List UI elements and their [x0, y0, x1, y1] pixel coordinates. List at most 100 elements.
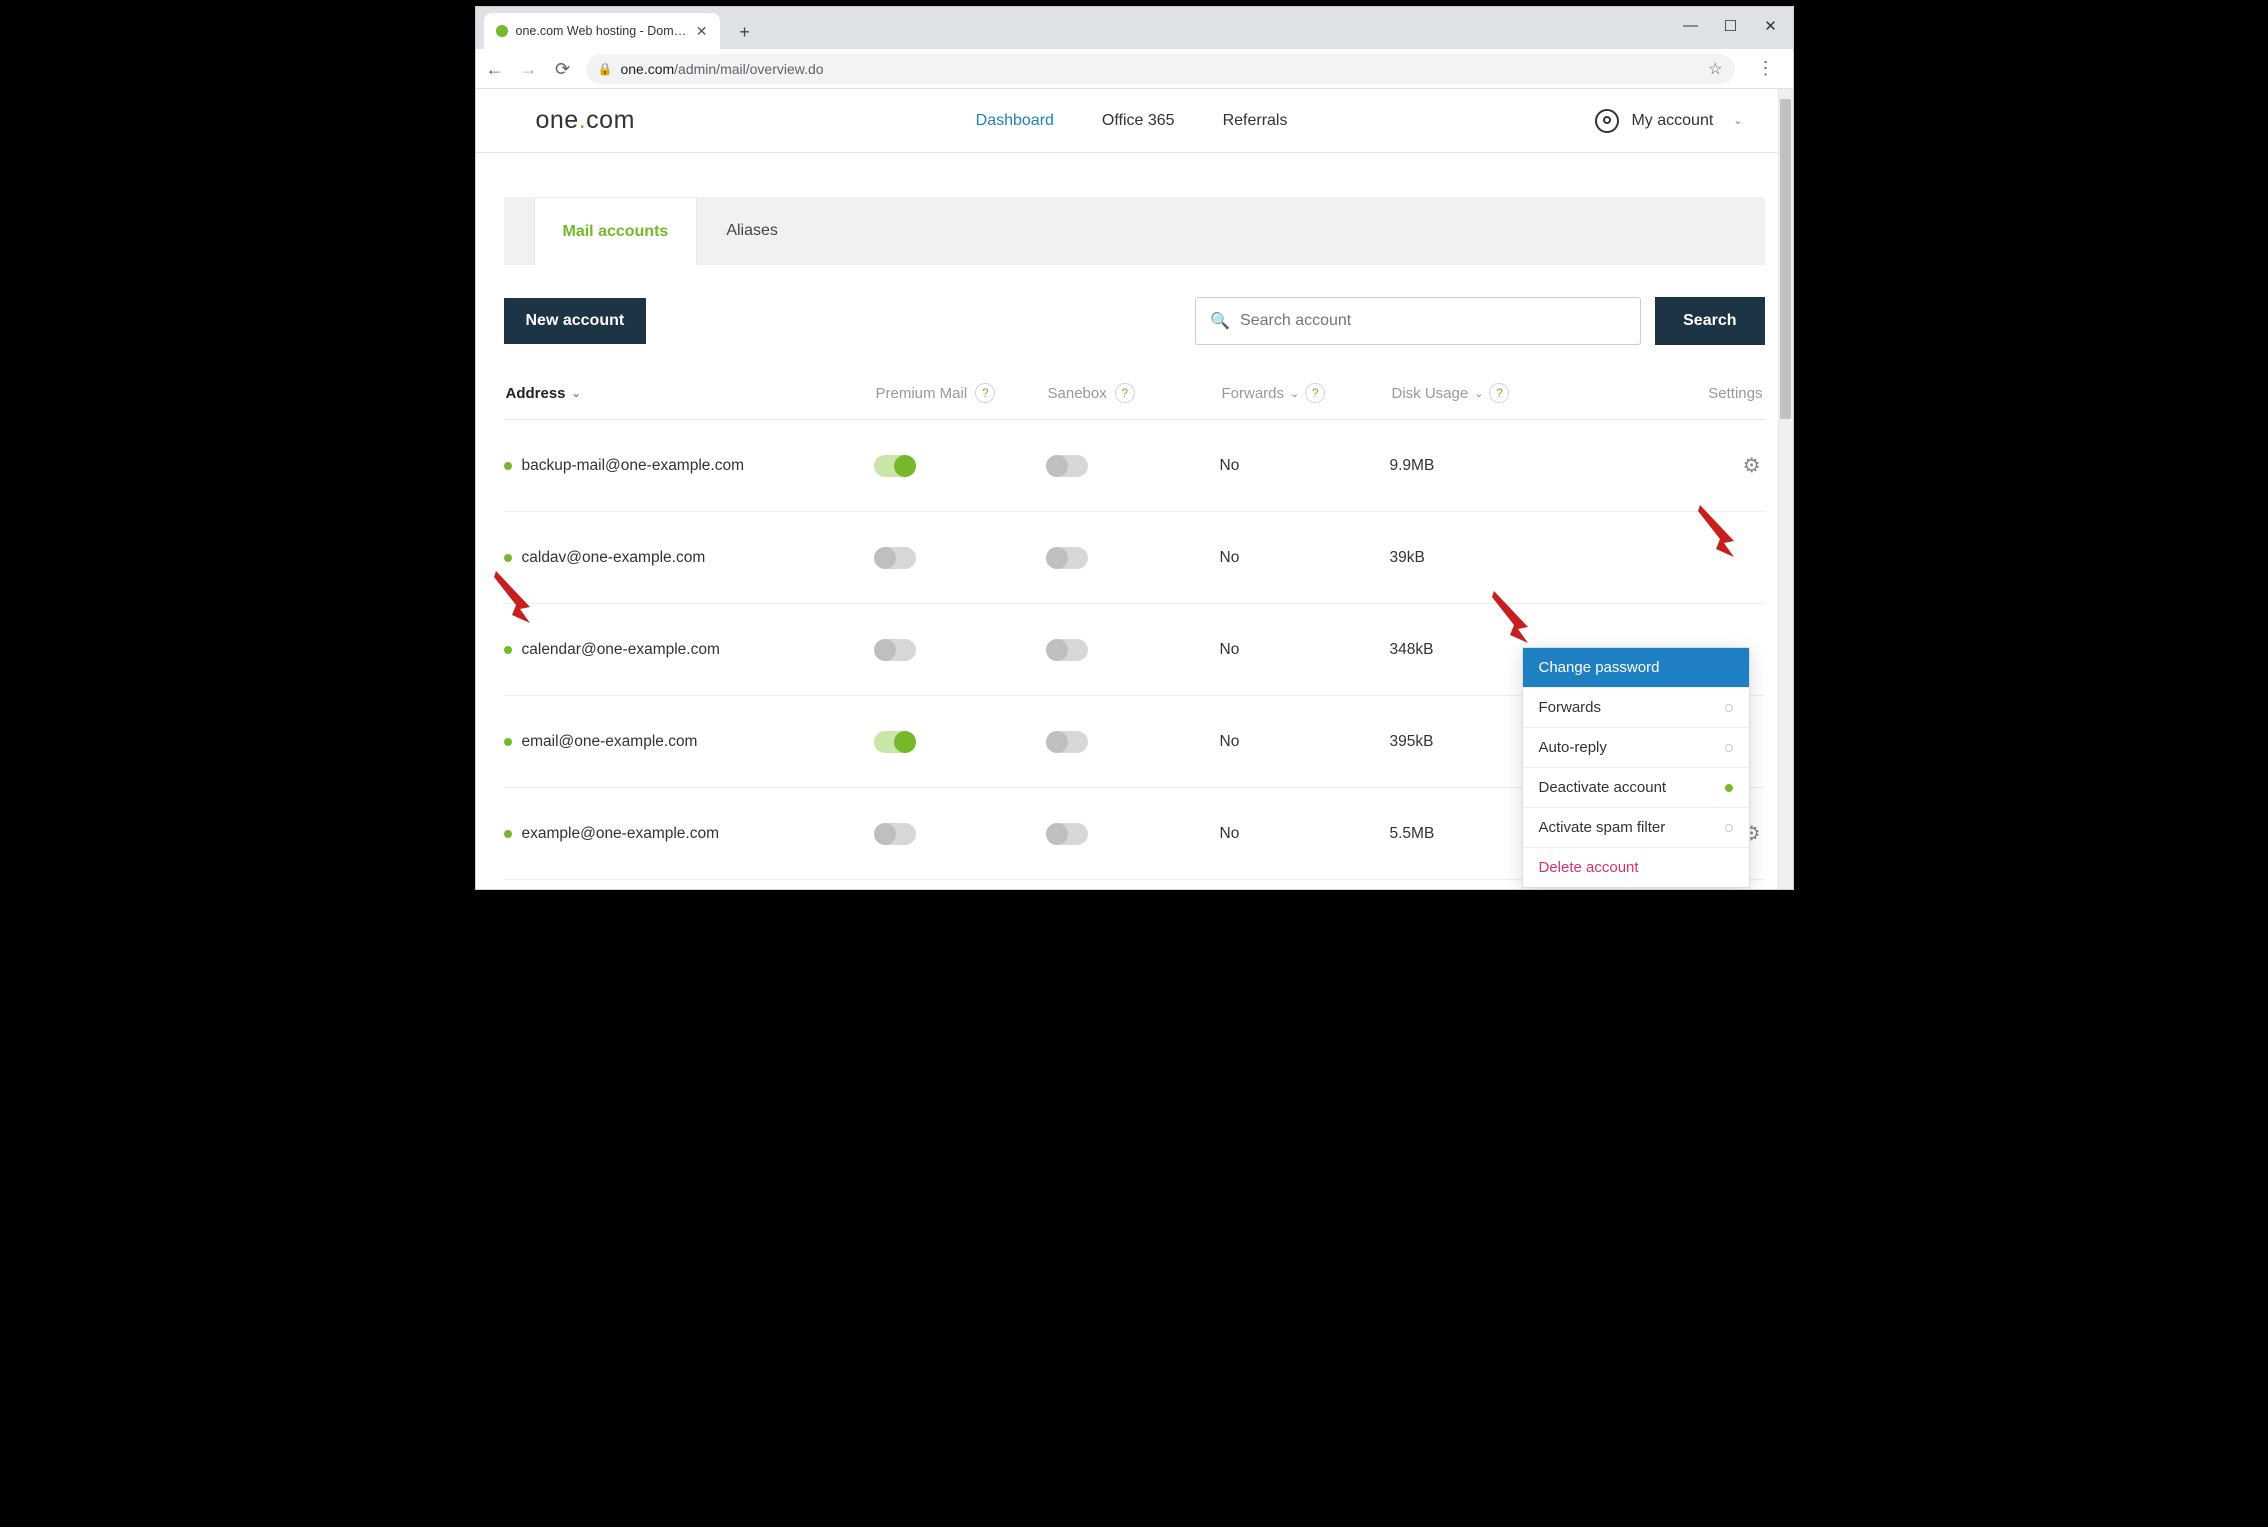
menu-delete-account[interactable]: Delete account [1523, 848, 1749, 887]
status-indicator [1725, 824, 1733, 832]
annotation-arrow [1488, 587, 1538, 647]
premium-toggle[interactable] [874, 547, 916, 569]
table-row: caldav@one-example.com No39kB [504, 512, 1765, 604]
col-sanebox: Sanebox ? [1048, 383, 1222, 403]
status-indicator [1725, 784, 1733, 792]
new-tab-button[interactable]: + [728, 15, 762, 49]
disk-value: 39kB [1390, 549, 1558, 567]
forwards-value: No [1220, 457, 1390, 475]
window-controls[interactable]: — ☐ ✕ [1683, 17, 1779, 35]
sanebox-toggle[interactable] [1046, 455, 1088, 477]
forward-button[interactable]: → [518, 60, 540, 78]
user-icon [1595, 109, 1619, 133]
site-header: one.com Dashboard Office 365 Referrals M… [476, 89, 1793, 153]
search-input[interactable] [1240, 312, 1626, 330]
premium-toggle[interactable] [874, 639, 916, 661]
nav-dashboard[interactable]: Dashboard [976, 112, 1054, 130]
chevron-down-icon: ⌄ [572, 387, 581, 400]
settings-dropdown: Change password Forwards Auto-reply Deac… [1522, 647, 1750, 888]
menu-deactivate-account[interactable]: Deactivate account [1523, 768, 1749, 808]
nav-referrals[interactable]: Referrals [1223, 112, 1288, 130]
chevron-down-icon: ⌄ [1474, 387, 1483, 400]
scrollbar-thumb[interactable] [1780, 99, 1791, 419]
col-address[interactable]: Address ⌄ [506, 385, 876, 402]
col-disk-usage[interactable]: Disk Usage ⌄ ? [1392, 383, 1560, 403]
account-label: My account [1631, 112, 1713, 130]
help-icon[interactable]: ? [1305, 383, 1325, 403]
lock-icon: 🔒 [598, 62, 613, 76]
email-address: calendar@one-example.com [522, 641, 720, 659]
sanebox-toggle[interactable] [1046, 823, 1088, 845]
address-cell: calendar@one-example.com [504, 641, 874, 659]
url-input[interactable]: 🔒 one.com/admin/mail/overview.do ☆ [586, 54, 1735, 84]
address-bar: ← → ⟳ 🔒 one.com/admin/mail/overview.do ☆… [476, 49, 1793, 89]
minimize-icon[interactable]: — [1683, 17, 1699, 35]
back-button[interactable]: ← [484, 60, 506, 78]
status-dot-icon [504, 738, 512, 746]
status-dot-icon [504, 646, 512, 654]
forwards-value: No [1220, 641, 1390, 659]
col-settings: Settings [1560, 385, 1763, 402]
address-cell: caldav@one-example.com [504, 549, 874, 567]
new-account-button[interactable]: New account [504, 298, 647, 344]
email-address: caldav@one-example.com [522, 549, 706, 567]
status-indicator [1725, 704, 1733, 712]
scrollbar[interactable] [1778, 89, 1793, 889]
logo[interactable]: one.com [536, 106, 635, 135]
status-dot-icon [504, 554, 512, 562]
table-header: Address ⌄ Premium Mail ? Sanebox ? Forwa… [504, 383, 1765, 420]
annotation-arrow [1694, 501, 1744, 561]
help-icon[interactable]: ? [1115, 383, 1135, 403]
account-menu[interactable]: My account ⌄ [1595, 109, 1742, 133]
tab-title: one.com Web hosting - Domain... [516, 24, 688, 38]
premium-toggle[interactable] [874, 731, 916, 753]
premium-toggle[interactable] [874, 823, 916, 845]
menu-activate-spam-filter[interactable]: Activate spam filter [1523, 808, 1749, 848]
help-icon[interactable]: ? [975, 383, 995, 403]
sanebox-toggle[interactable] [1046, 639, 1088, 661]
disk-value: 9.9MB [1390, 457, 1558, 475]
status-dot-icon [504, 462, 512, 470]
url-path: /admin/mail/overview.do [674, 61, 823, 77]
menu-forwards[interactable]: Forwards [1523, 688, 1749, 728]
browser-menu-icon[interactable]: ⋮ [1747, 58, 1785, 79]
help-icon[interactable]: ? [1489, 383, 1509, 403]
gear-icon[interactable]: ⚙ [1743, 453, 1761, 478]
reload-button[interactable]: ⟳ [552, 60, 574, 78]
status-dot-icon [504, 830, 512, 838]
close-icon[interactable]: ✕ [1763, 17, 1779, 35]
address-cell: email@one-example.com [504, 733, 874, 751]
browser-tab[interactable]: one.com Web hosting - Domain... ✕ [484, 13, 720, 49]
tab-close-icon[interactable]: ✕ [696, 23, 708, 40]
menu-auto-reply[interactable]: Auto-reply [1523, 728, 1749, 768]
chevron-down-icon: ⌄ [1290, 387, 1299, 400]
email-address: email@one-example.com [522, 733, 698, 751]
status-indicator [1725, 744, 1733, 752]
chevron-down-icon: ⌄ [1733, 114, 1742, 127]
menu-change-password[interactable]: Change password [1523, 648, 1749, 688]
address-cell: example@one-example.com [504, 825, 874, 843]
table-row: backup-mail@one-example.com No9.9MB ⚙ [504, 420, 1765, 512]
sanebox-toggle[interactable] [1046, 547, 1088, 569]
url-domain: one.com [620, 61, 674, 77]
forwards-value: No [1220, 733, 1390, 751]
col-premium: Premium Mail ? [876, 383, 1048, 403]
tab-mail-accounts[interactable]: Mail accounts [534, 197, 698, 265]
annotation-arrow [490, 567, 540, 627]
favicon-icon [496, 25, 508, 37]
search-account-box[interactable]: 🔍 [1195, 297, 1641, 345]
bookmark-star-icon[interactable]: ☆ [1708, 59, 1722, 79]
email-address: example@one-example.com [522, 825, 720, 843]
tab-aliases[interactable]: Aliases [697, 197, 807, 265]
search-button[interactable]: Search [1655, 297, 1764, 345]
email-address: backup-mail@one-example.com [522, 457, 745, 475]
maximize-icon[interactable]: ☐ [1723, 17, 1739, 35]
col-forwards[interactable]: Forwards ⌄ ? [1222, 383, 1392, 403]
nav-office365[interactable]: Office 365 [1102, 112, 1175, 130]
browser-tab-strip: one.com Web hosting - Domain... ✕ + [476, 7, 1793, 49]
sanebox-toggle[interactable] [1046, 731, 1088, 753]
premium-toggle[interactable] [874, 455, 916, 477]
search-icon: 🔍 [1210, 311, 1230, 331]
forwards-value: No [1220, 825, 1390, 843]
forwards-value: No [1220, 549, 1390, 567]
